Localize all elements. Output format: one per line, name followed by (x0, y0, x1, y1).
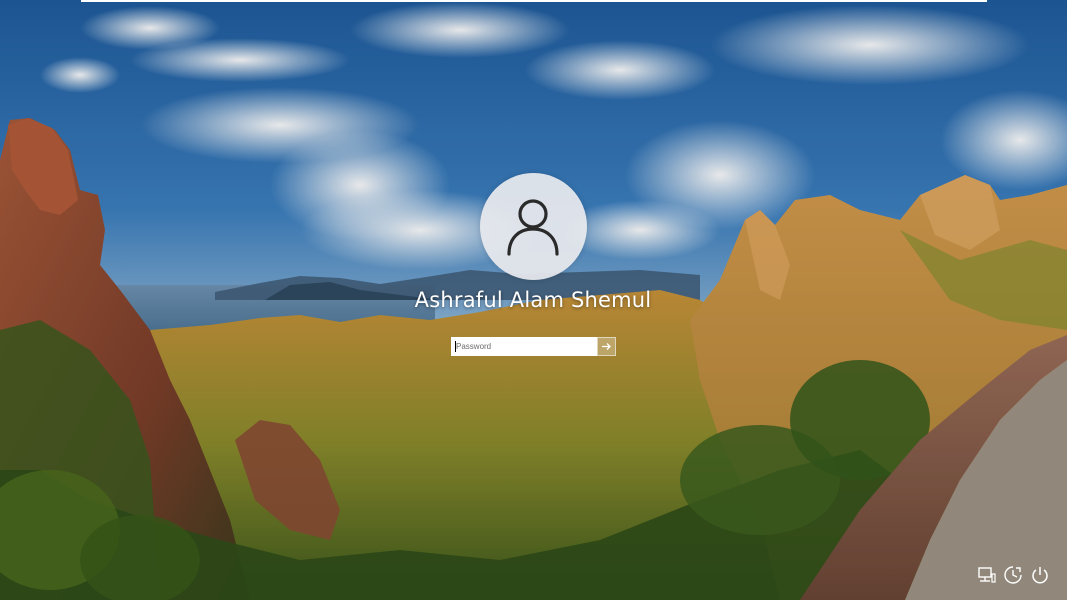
power-icon (1032, 567, 1048, 584)
lock-screen: Ashraful Alam Shemul (0, 0, 1067, 600)
ease-of-access-button[interactable] (1003, 565, 1023, 585)
network-button[interactable] (977, 565, 997, 585)
submit-button[interactable] (597, 337, 616, 356)
username-label: Ashraful Alam Shemul (414, 288, 652, 312)
power-button[interactable] (1030, 565, 1050, 585)
password-row (451, 337, 616, 356)
user-icon (507, 199, 559, 256)
avatar (480, 173, 587, 280)
text-caret (455, 341, 456, 352)
ease-of-access-icon (1004, 566, 1022, 584)
network-icon (978, 567, 996, 583)
login-panel: Ashraful Alam Shemul (0, 0, 1067, 600)
arrow-right-icon (602, 343, 611, 350)
password-input[interactable] (451, 337, 597, 356)
